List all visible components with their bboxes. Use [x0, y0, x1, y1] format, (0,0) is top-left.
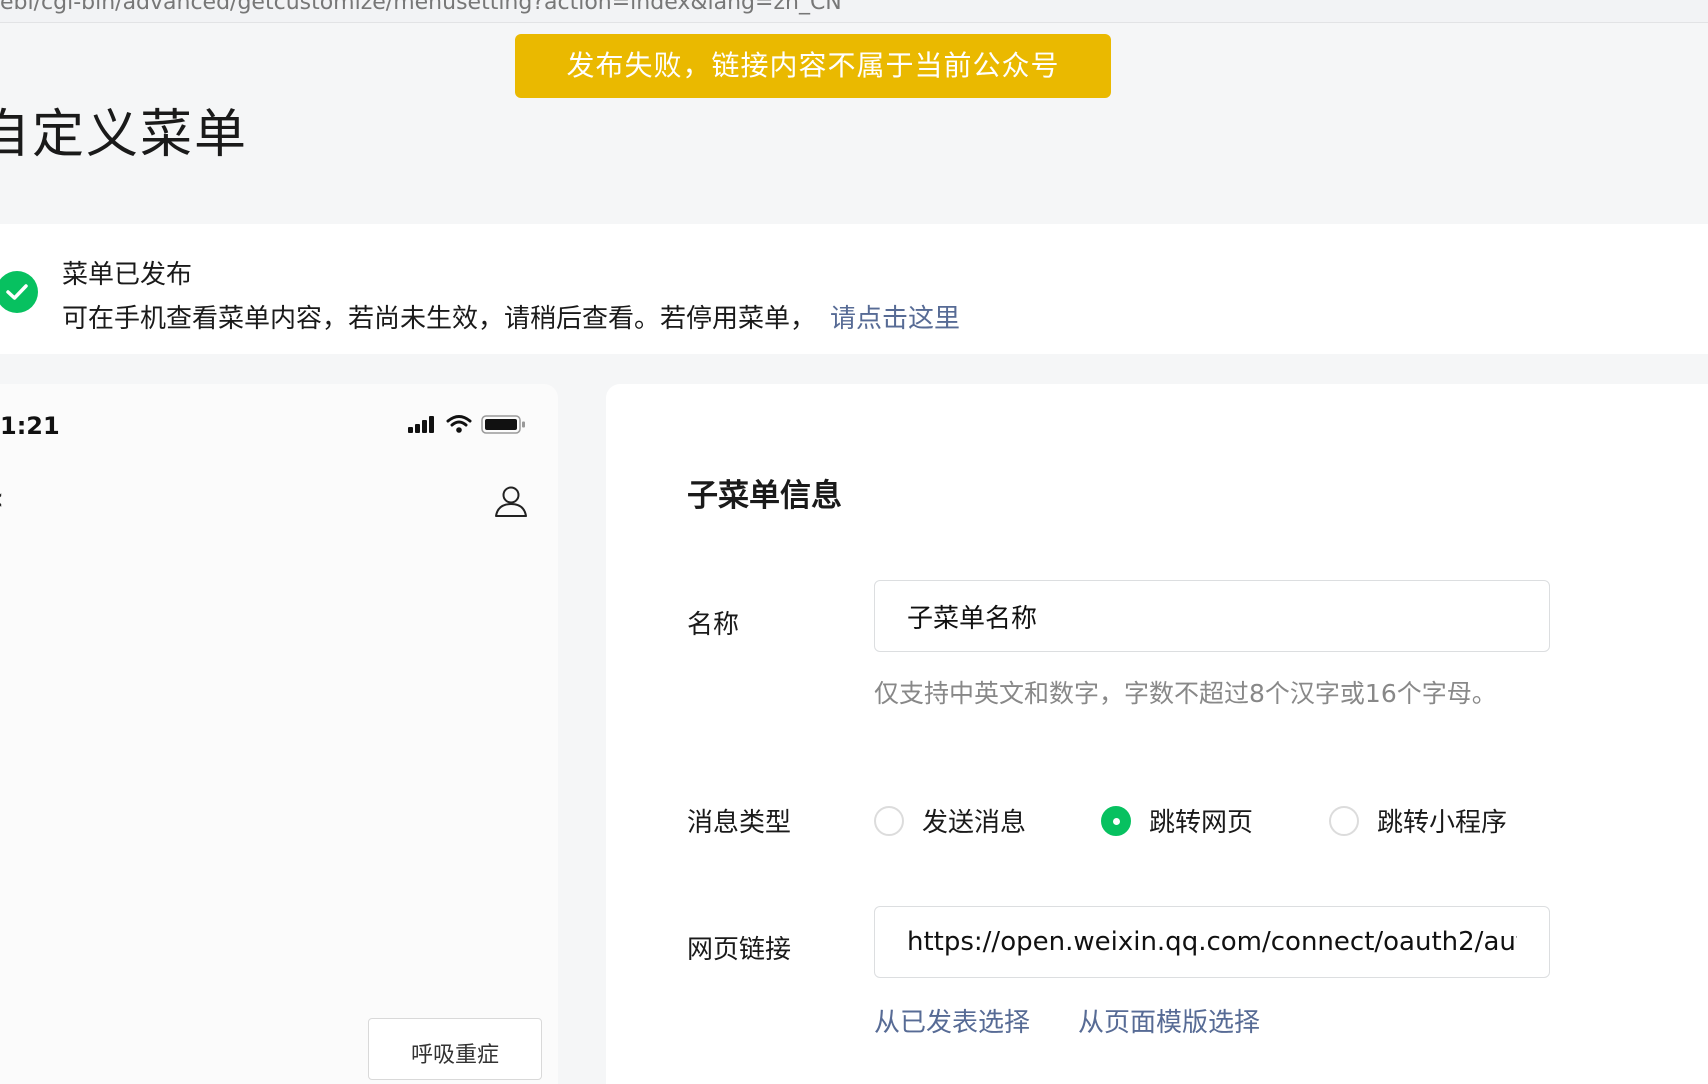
radio-open-miniprogram[interactable]: 跳转小程序	[1329, 802, 1507, 839]
webpage-url-input[interactable]	[874, 906, 1550, 978]
back-icon[interactable]: ‹	[0, 482, 4, 517]
battery-icon	[481, 415, 525, 434]
radio-circle-selected[interactable]	[1101, 805, 1131, 836]
user-icon[interactable]	[494, 484, 528, 522]
phone-menu-button[interactable]: 呼吸重症	[368, 1018, 542, 1080]
phone-status-bar	[408, 414, 532, 438]
signal-icon	[408, 416, 434, 433]
message-type-label: 消息类型	[687, 808, 792, 838]
radio-open-webpage[interactable]: 跳转网页	[1101, 802, 1253, 839]
submenu-name-input[interactable]	[874, 580, 1550, 652]
name-label: 名称	[687, 610, 740, 640]
radio-label: 发送消息	[922, 808, 1027, 838]
radio-label: 跳转网页	[1149, 808, 1254, 838]
notice-description: 可在手机查看菜单内容，若尚未生效，请稍后查看。若停用菜单， 请点击这里	[62, 298, 960, 335]
browser-address-bar[interactable]: ebi/cgi-bin/advanced/getcustomize/menuse…	[0, 0, 1708, 23]
radio-label: 跳转小程序	[1377, 808, 1508, 838]
phone-preview: 1:21 ‹ 呼吸重症	[0, 384, 558, 1084]
name-hint: 仅支持中英文和数字，字数不超过8个汉字或16个字母。	[874, 679, 1497, 708]
submenu-info-panel: 子菜单信息 名称 仅支持中英文和数字，字数不超过8个汉字或16个字母。 消息类型…	[606, 384, 1708, 1084]
notice-text: 可在手机查看菜单内容，若尚未生效，请稍后查看。若停用菜单，	[62, 304, 817, 334]
disable-menu-link[interactable]: 请点击这里	[830, 304, 960, 334]
radio-circle[interactable]	[874, 805, 904, 836]
notice-title: 菜单已发布	[62, 260, 193, 290]
phone-time: 1:21	[0, 412, 60, 440]
select-published-link[interactable]: 从已发表选择	[874, 1002, 1030, 1039]
section-title: 子菜单信息	[687, 478, 842, 514]
address-text: ebi/cgi-bin/advanced/getcustomize/menuse…	[0, 0, 842, 15]
radio-send-message[interactable]: 发送消息	[874, 802, 1026, 839]
error-toast: 发布失败，链接内容不属于当前公众号	[515, 34, 1111, 98]
url-label: 网页链接	[687, 935, 792, 965]
publish-notice: 菜单已发布 可在手机查看菜单内容，若尚未生效，请稍后查看。若停用菜单， 请点击这里	[0, 224, 1708, 354]
page-title: 自定义菜单	[0, 105, 249, 165]
select-template-link[interactable]: 从页面模版选择	[1078, 1002, 1260, 1039]
wifi-icon	[446, 415, 472, 433]
check-circle-icon	[0, 271, 38, 313]
radio-circle[interactable]	[1329, 805, 1359, 836]
